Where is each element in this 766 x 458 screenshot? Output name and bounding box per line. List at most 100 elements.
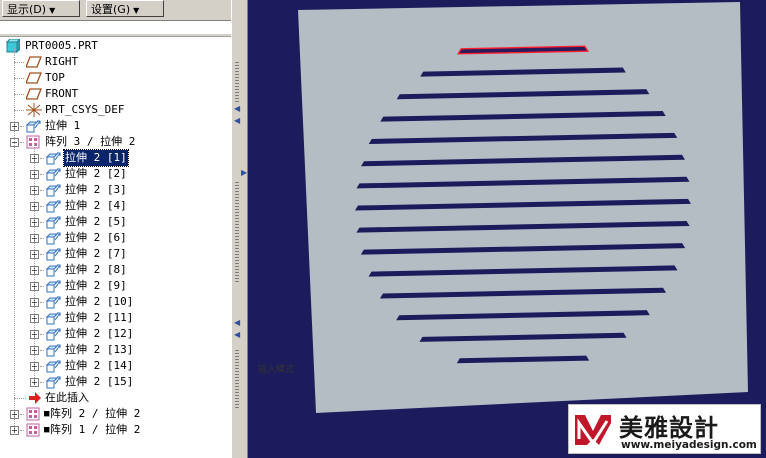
watermark-logo: 美雅設計 www.meiyadesign.com xyxy=(568,404,761,454)
collapse-left-arrow-icon[interactable]: ◀ xyxy=(234,116,240,125)
tree-item-label: 阵列 1 / 拉伸 2 xyxy=(50,423,141,436)
dropdown-arrow-icon: ▼ xyxy=(49,6,56,15)
tree-connector xyxy=(40,382,44,383)
tree-connector xyxy=(14,398,26,399)
collapse-left-arrow-icon[interactable]: ◀ xyxy=(234,104,240,113)
settings-button-label: 设置(G) xyxy=(91,3,131,16)
extrude-icon xyxy=(45,199,61,213)
tree-connector xyxy=(34,144,35,382)
tree-item-pattern[interactable]: + ■ 阵列 2 / 拉伸 2 xyxy=(0,406,231,422)
part-icon xyxy=(5,37,22,54)
tree-connector xyxy=(40,350,44,351)
tree-item-label: 拉伸 2 [4] xyxy=(65,199,127,212)
tree-connector xyxy=(20,414,24,415)
tree-item-label: 拉伸 2 [3] xyxy=(65,183,127,196)
tree-connector xyxy=(14,48,15,430)
extrude-icon xyxy=(45,279,61,293)
tree-connector xyxy=(14,94,24,95)
tree-item-label: FRONT xyxy=(45,87,79,100)
tree-connector xyxy=(40,366,44,367)
extrude-icon xyxy=(45,247,61,261)
extrude-icon xyxy=(45,263,61,277)
panel-splitter[interactable]: ◀ ◀ ▶ ◀ ◀ xyxy=(231,0,248,458)
model-tree-toolbar: 显示(D) ▼ 设置(G) ▼ xyxy=(0,0,231,21)
tree-item-label: PRT0005.PRT xyxy=(25,39,98,52)
display-menu-button[interactable]: 显示(D) ▼ xyxy=(2,0,80,17)
tree-connector xyxy=(14,110,24,111)
coordinate-system-icon xyxy=(26,103,42,117)
tree-item-label: 拉伸 2 [13] xyxy=(65,343,134,356)
extrude-icon xyxy=(45,231,61,245)
tree-item-insert-here[interactable]: 在此插入 xyxy=(0,390,231,406)
toolbar-separator xyxy=(0,34,231,37)
tree-item-datum[interactable]: PRT_CSYS_DEF xyxy=(0,102,231,118)
tree-item-datum[interactable]: RIGHT xyxy=(0,54,231,70)
tree-item-label: PRT_CSYS_DEF xyxy=(45,103,125,116)
tree-connector xyxy=(40,190,44,191)
splitter-grip xyxy=(235,350,239,410)
tree-item-label: 阵列 2 / 拉伸 2 xyxy=(50,407,141,420)
tree-connector xyxy=(40,174,44,175)
extrude-icon xyxy=(25,119,41,133)
extrude-icon xyxy=(45,215,61,229)
tree-item-datum[interactable]: TOP xyxy=(0,70,231,86)
tree-item-extrude[interactable]: + 拉伸 1 xyxy=(0,118,231,134)
model-tree-panel: 显示(D) ▼ 设置(G) ▼ PRT0005.PRT RIGHT TOP FRONT PR… xyxy=(0,0,231,458)
tree-item-label: 拉伸 2 [11] xyxy=(65,311,134,324)
tree-item-pattern[interactable]: + ■ 阵列 1 / 拉伸 2 xyxy=(0,422,231,438)
tree-connector xyxy=(40,302,44,303)
pattern-icon xyxy=(26,407,40,421)
tree-connector xyxy=(40,238,44,239)
tree-connector xyxy=(14,78,24,79)
datum-plane-icon xyxy=(25,71,42,85)
extrude-icon xyxy=(45,375,61,389)
tree-connector xyxy=(40,222,44,223)
tree-connector xyxy=(20,430,24,431)
tree-item-datum[interactable]: FRONT xyxy=(0,86,231,102)
expand-right-arrow-icon[interactable]: ▶ xyxy=(241,168,247,177)
extrude-icon xyxy=(45,327,61,341)
graphics-viewport[interactable]: 插入模式 xyxy=(248,0,766,458)
datum-plane-icon xyxy=(25,55,42,69)
collapse-left-arrow-icon[interactable]: ◀ xyxy=(234,318,240,327)
insert-arrow-icon xyxy=(28,391,42,405)
tree-connector xyxy=(40,318,44,319)
pattern-icon xyxy=(26,423,40,437)
watermark-url: www.meiyadesign.com xyxy=(621,439,757,451)
extrude-icon xyxy=(45,343,61,357)
extrude-icon xyxy=(45,311,61,325)
tree-item-label: 拉伸 1 xyxy=(45,119,81,132)
tree-connector xyxy=(40,270,44,271)
watermark-name: 美雅設計 xyxy=(619,414,719,442)
tree-connector xyxy=(20,126,24,127)
tree-item-label: 拉伸 2 [7] xyxy=(65,247,127,260)
tree-item-label: 在此插入 xyxy=(45,391,89,404)
tree-item-label: 拉伸 2 [10] xyxy=(65,295,134,308)
display-button-label: 显示(D) xyxy=(7,3,47,16)
tree-connector xyxy=(40,158,44,159)
settings-menu-button[interactable]: 设置(G) ▼ xyxy=(86,0,164,17)
datum-plane-icon xyxy=(25,87,42,101)
tree-item-label: 拉伸 2 [6] xyxy=(65,231,127,244)
tree-item-label: RIGHT xyxy=(45,55,79,68)
tree-item-label: 拉伸 2 [12] xyxy=(65,327,134,340)
tree-item-label: 拉伸 2 [2] xyxy=(65,167,127,180)
tree-item-label: 拉伸 2 [8] xyxy=(65,263,127,276)
pattern-icon xyxy=(26,135,40,149)
collapse-left-arrow-icon[interactable]: ◀ xyxy=(234,330,240,339)
dropdown-arrow-icon: ▼ xyxy=(133,6,140,15)
tree-connector xyxy=(40,206,44,207)
tree-item-root[interactable]: PRT0005.PRT xyxy=(0,37,231,54)
status-text: 插入模式 xyxy=(258,365,295,375)
model-tree: PRT0005.PRT RIGHT TOP FRONT PRT_CSYS_DEF + 拉伸 … xyxy=(0,37,231,458)
tree-item-label: 阵列 3 / 拉伸 2 xyxy=(45,135,136,148)
extrude-icon xyxy=(45,183,61,197)
extrude-icon xyxy=(45,151,61,165)
extrude-icon xyxy=(45,167,61,181)
meiya-logo-icon xyxy=(575,415,611,446)
extrude-icon xyxy=(45,359,61,373)
tree-connector xyxy=(40,334,44,335)
part-3d-view xyxy=(298,2,748,413)
tree-item-label: 拉伸 2 [15] xyxy=(65,375,134,388)
tree-item-label: 拉伸 2 [9] xyxy=(65,279,127,292)
